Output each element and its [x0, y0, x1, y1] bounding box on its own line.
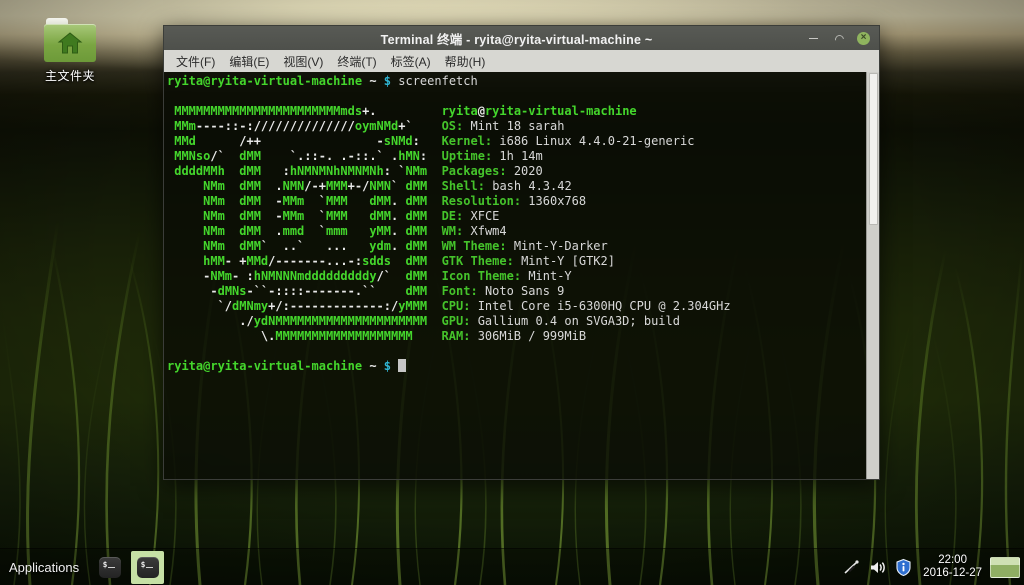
- taskbar-panel[interactable]: Applications $ $: [0, 548, 1024, 585]
- desktop-icon-label: 主文件夹: [22, 67, 118, 84]
- taskbar-item-terminal-2[interactable]: $: [131, 551, 164, 584]
- terminal-cursor: [398, 359, 406, 372]
- desktop-icon-home-folder[interactable]: 主文件夹: [22, 18, 118, 84]
- house-glyph-icon: [57, 31, 83, 55]
- home-folder-icon: [44, 18, 96, 62]
- terminal-window[interactable]: Terminal 终端 - ryita@ryita-virtual-machin…: [163, 25, 880, 480]
- show-desktop-button[interactable]: [990, 557, 1020, 578]
- menu-item-tabs[interactable]: 标签(A): [384, 51, 438, 72]
- close-button[interactable]: ×: [857, 32, 870, 45]
- maximize-button[interactable]: [832, 32, 845, 45]
- window-task-list: $ $: [93, 551, 164, 584]
- terminal-output-area[interactable]: ryita@ryita-virtual-machine ~ $ screenfe…: [163, 72, 880, 480]
- menu-item-help[interactable]: 帮助(H): [438, 51, 493, 72]
- clock-widget[interactable]: 22:00 2016-12-27: [919, 554, 990, 581]
- close-icon: ×: [861, 33, 867, 43]
- system-tray: [842, 558, 919, 577]
- minimize-button[interactable]: [807, 32, 820, 45]
- menu-bar[interactable]: 文件(F) 编辑(E) 视图(V) 终端(T) 标签(A) 帮助(H): [163, 50, 880, 72]
- applications-menu-button[interactable]: Applications: [0, 555, 89, 580]
- network-icon[interactable]: [842, 558, 861, 577]
- terminal-icon: $: [99, 557, 121, 578]
- menu-item-view[interactable]: 视图(V): [276, 51, 330, 72]
- window-title: Terminal 终端 - ryita@ryita-virtual-machin…: [164, 29, 807, 48]
- window-controls: ×: [807, 32, 879, 45]
- taskbar-item-terminal-1[interactable]: $: [93, 551, 126, 584]
- menu-item-file[interactable]: 文件(F): [169, 51, 222, 72]
- terminal-icon: $: [137, 557, 159, 578]
- terminal-scrollbar[interactable]: [866, 72, 879, 479]
- volume-icon[interactable]: [868, 558, 887, 577]
- clock-date: 2016-12-27: [923, 567, 982, 581]
- terminal-text: ryita@ryita-virtual-machine ~ $ screenfe…: [167, 74, 865, 374]
- menu-item-edit[interactable]: 编辑(E): [222, 51, 276, 72]
- menu-item-terminal[interactable]: 终端(T): [330, 51, 383, 72]
- window-titlebar[interactable]: Terminal 终端 - ryita@ryita-virtual-machin…: [163, 25, 880, 50]
- clock-time: 22:00: [923, 554, 982, 568]
- update-manager-shield-icon[interactable]: [894, 558, 913, 577]
- scrollbar-thumb[interactable]: [869, 73, 878, 225]
